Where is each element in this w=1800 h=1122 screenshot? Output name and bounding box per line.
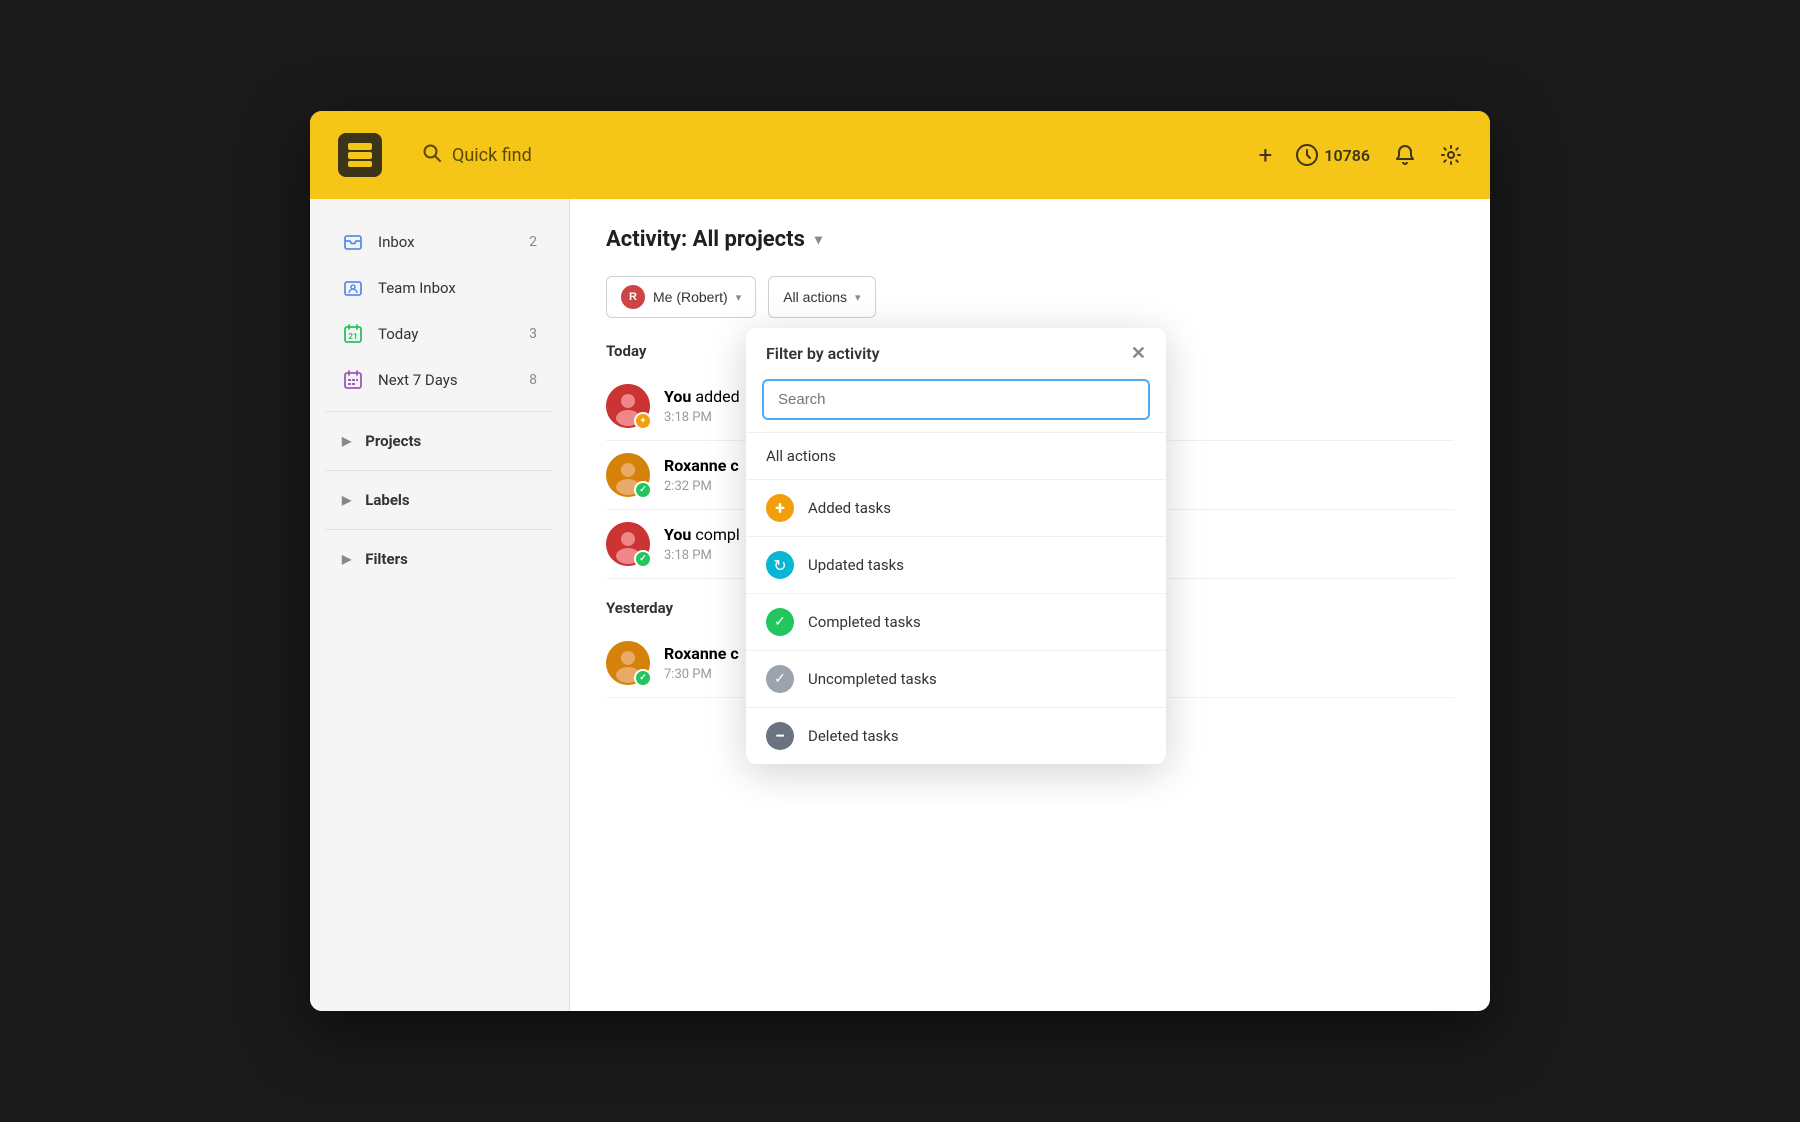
sidebar-item-team-inbox[interactable]: Team Inbox — [318, 265, 561, 311]
activity-time-4: 7:30 PM — [664, 667, 712, 682]
inbox-icon — [342, 231, 364, 253]
karma-count: 10786 — [1324, 146, 1370, 165]
dropdown-search-wrap — [746, 375, 1166, 432]
dropdown-list: All actions + Added tasks ↻ Updated task… — [746, 432, 1166, 764]
today-count: 3 — [529, 326, 537, 342]
avatar-wrap-2: ✓ — [606, 453, 650, 497]
search-icon — [422, 143, 442, 168]
sidebar-divider-3 — [326, 529, 553, 530]
sidebar-item-today[interactable]: 21 Today 3 — [318, 311, 561, 357]
added-tasks-label: Added tasks — [808, 499, 891, 517]
actions-filter-label: All actions — [783, 289, 847, 305]
avatar-badge-1: + — [634, 412, 652, 430]
dropdown-title: Filter by activity — [766, 344, 880, 363]
uncompleted-tasks-icon: ✓ — [766, 665, 794, 693]
labels-chevron: ▶ — [342, 493, 351, 507]
all-actions-label: All actions — [766, 447, 836, 465]
deleted-tasks-icon: − — [766, 722, 794, 750]
avatar-wrap-1: + — [606, 384, 650, 428]
app-window: Quick find + 10786 — [310, 111, 1490, 1011]
inbox-count: 2 — [529, 234, 537, 250]
avatar-badge-4: ✓ — [634, 669, 652, 687]
quick-find-button[interactable]: Quick find — [422, 143, 1259, 168]
dropdown-header: Filter by activity ✕ — [746, 328, 1166, 375]
filter-dropdown: Filter by activity ✕ All actions + Added… — [746, 328, 1166, 764]
next7days-icon — [342, 369, 364, 391]
labels-label: Labels — [365, 491, 409, 509]
dropdown-item-updated-tasks[interactable]: ↻ Updated tasks — [746, 537, 1166, 594]
sidebar-divider-2 — [326, 470, 553, 471]
projects-label: Projects — [365, 432, 421, 450]
added-tasks-icon: + — [766, 494, 794, 522]
sidebar-divider-1 — [326, 411, 553, 412]
avatar-wrap-4: ✓ — [606, 641, 650, 685]
header: Quick find + 10786 — [310, 111, 1490, 199]
karma-display[interactable]: 10786 — [1296, 144, 1370, 166]
main-content: Activity: All projects ▾ R Me (Robert) ▾… — [570, 199, 1490, 1011]
completed-tasks-icon: ✓ — [766, 608, 794, 636]
activity-time-3: 3:18 PM — [664, 548, 712, 563]
sidebar-item-inbox[interactable]: Inbox 2 — [318, 219, 561, 265]
projects-chevron: ▶ — [342, 434, 351, 448]
main-layout: Inbox 2 Team Inbox — [310, 199, 1490, 1011]
svg-text:21: 21 — [348, 332, 357, 341]
sidebar-section-labels[interactable]: ▶ Labels — [318, 479, 561, 521]
user-avatar: R — [621, 285, 645, 309]
dropdown-item-deleted-tasks[interactable]: − Deleted tasks — [746, 708, 1166, 764]
sidebar-item-next7days[interactable]: Next 7 Days 8 — [318, 357, 561, 403]
dropdown-search-input[interactable] — [762, 379, 1150, 420]
updated-tasks-icon: ↻ — [766, 551, 794, 579]
filters-label: Filters — [365, 550, 408, 568]
app-logo[interactable] — [338, 133, 382, 177]
avatar-wrap-3: ✓ — [606, 522, 650, 566]
quick-find-label: Quick find — [452, 145, 532, 166]
completed-tasks-label: Completed tasks — [808, 613, 921, 631]
user-filter-button[interactable]: R Me (Robert) ▾ — [606, 276, 756, 318]
avatar-badge-3: ✓ — [634, 550, 652, 568]
notifications-button[interactable] — [1394, 144, 1416, 166]
sidebar: Inbox 2 Team Inbox — [310, 199, 570, 1011]
dropdown-item-added-tasks[interactable]: + Added tasks — [746, 480, 1166, 537]
updated-tasks-label: Updated tasks — [808, 556, 904, 574]
filters-chevron: ▶ — [342, 552, 351, 566]
filters-row: R Me (Robert) ▾ All actions ▾ Filter by … — [606, 276, 1454, 318]
page-title-chevron[interactable]: ▾ — [815, 232, 822, 248]
user-filter-chevron: ▾ — [736, 291, 742, 304]
header-actions: + 10786 — [1259, 141, 1462, 169]
next7days-label: Next 7 Days — [378, 371, 515, 389]
dropdown-item-uncompleted-tasks[interactable]: ✓ Uncompleted tasks — [746, 651, 1166, 708]
dropdown-item-all-actions[interactable]: All actions — [746, 433, 1166, 480]
team-inbox-icon — [342, 277, 364, 299]
actions-filter-chevron: ▾ — [855, 291, 861, 304]
user-filter-label: Me (Robert) — [653, 289, 728, 305]
dropdown-close-button[interactable]: ✕ — [1131, 345, 1146, 363]
settings-button[interactable] — [1440, 144, 1462, 166]
deleted-tasks-label: Deleted tasks — [808, 727, 899, 745]
today-icon: 21 — [342, 323, 364, 345]
team-inbox-label: Team Inbox — [378, 279, 537, 297]
avatar-badge-2: ✓ — [634, 481, 652, 499]
sidebar-section-filters[interactable]: ▶ Filters — [318, 538, 561, 580]
add-button[interactable]: + — [1259, 141, 1273, 169]
inbox-label: Inbox — [378, 233, 515, 251]
actions-filter-button[interactable]: All actions ▾ — [768, 276, 875, 318]
sidebar-section-projects[interactable]: ▶ Projects — [318, 420, 561, 462]
dropdown-item-completed-tasks[interactable]: ✓ Completed tasks — [746, 594, 1166, 651]
today-label: Today — [378, 325, 515, 343]
activity-time-2: 2:32 PM — [664, 479, 712, 494]
activity-time-1: 3:18 PM — [664, 410, 712, 425]
page-title: Activity: All projects ▾ — [606, 227, 1454, 252]
uncompleted-tasks-label: Uncompleted tasks — [808, 670, 937, 688]
next7days-count: 8 — [529, 372, 537, 388]
